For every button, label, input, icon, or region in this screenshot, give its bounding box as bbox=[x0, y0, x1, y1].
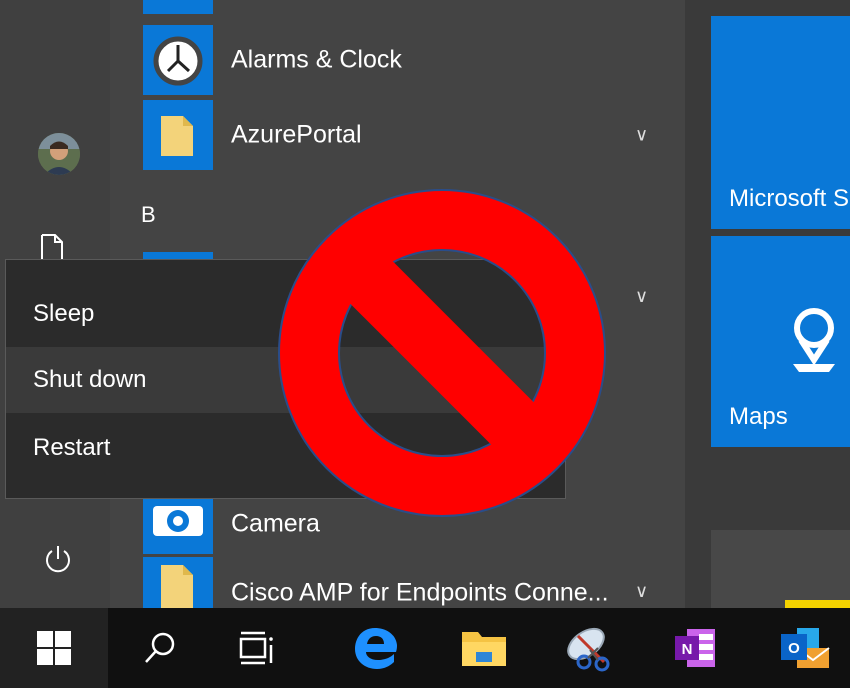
power-option-label: Sleep bbox=[33, 300, 95, 327]
user-avatar[interactable] bbox=[38, 133, 80, 175]
chevron-down-icon[interactable]: ∨ bbox=[635, 286, 648, 307]
snipping-tool-button[interactable] bbox=[540, 608, 640, 688]
app-item-alarms[interactable]: Alarms & Clock bbox=[110, 23, 685, 97]
file-explorer-button[interactable] bbox=[434, 608, 534, 688]
svg-text:O: O bbox=[788, 640, 800, 657]
search-button[interactable] bbox=[110, 608, 210, 688]
power-option-label: Restart bbox=[33, 434, 111, 461]
section-header-b[interactable]: B bbox=[141, 202, 156, 228]
tile-label: Maps bbox=[729, 403, 788, 430]
power-option-label: Shut down bbox=[33, 366, 147, 393]
chevron-down-icon[interactable]: ∨ bbox=[635, 581, 648, 602]
clock-icon bbox=[143, 25, 213, 95]
folder-icon bbox=[143, 100, 213, 170]
start-menu: Alarms & Clock AzurePortal ∨ B ∨ Camera … bbox=[0, 0, 850, 608]
taskbar: N O bbox=[0, 608, 850, 688]
app-label: Cisco AMP for Endpoints Conne... bbox=[231, 578, 609, 607]
outlook-icon: O bbox=[781, 628, 830, 668]
app-label: AzurePortal bbox=[231, 120, 362, 149]
snipping-tool-icon bbox=[567, 627, 610, 672]
tile-partial-yellow bbox=[785, 600, 850, 608]
app-item-azureportal[interactable]: AzurePortal ∨ bbox=[110, 98, 685, 172]
onenote-button[interactable]: N bbox=[645, 608, 745, 688]
onenote-icon: N bbox=[675, 629, 715, 667]
start-button[interactable] bbox=[0, 608, 108, 688]
windows-icon bbox=[37, 631, 71, 665]
edge-button[interactable] bbox=[325, 608, 425, 688]
folder-icon bbox=[462, 632, 506, 666]
outlook-button[interactable]: O bbox=[755, 608, 850, 688]
edge-icon bbox=[355, 628, 397, 669]
tile-maps[interactable]: Maps bbox=[711, 236, 850, 447]
no-symbol-icon bbox=[278, 189, 606, 517]
chevron-down-icon[interactable]: ∨ bbox=[635, 125, 648, 146]
search-icon bbox=[145, 632, 175, 663]
power-icon[interactable] bbox=[42, 543, 74, 575]
tile-microsoft-store[interactable]: Microsoft S bbox=[711, 16, 850, 229]
app-label: Alarms & Clock bbox=[231, 45, 402, 74]
map-pin-icon bbox=[789, 306, 839, 381]
task-view-button[interactable] bbox=[208, 608, 308, 688]
app-tile-partial bbox=[143, 0, 213, 14]
tiles-area: Microsoft S Maps bbox=[685, 0, 850, 608]
task-view-icon bbox=[239, 631, 273, 665]
tile-label: Microsoft S bbox=[729, 185, 850, 212]
svg-text:N: N bbox=[682, 641, 693, 658]
tile-partial bbox=[711, 530, 850, 608]
camera-icon bbox=[143, 492, 213, 554]
folder-icon bbox=[143, 557, 213, 608]
